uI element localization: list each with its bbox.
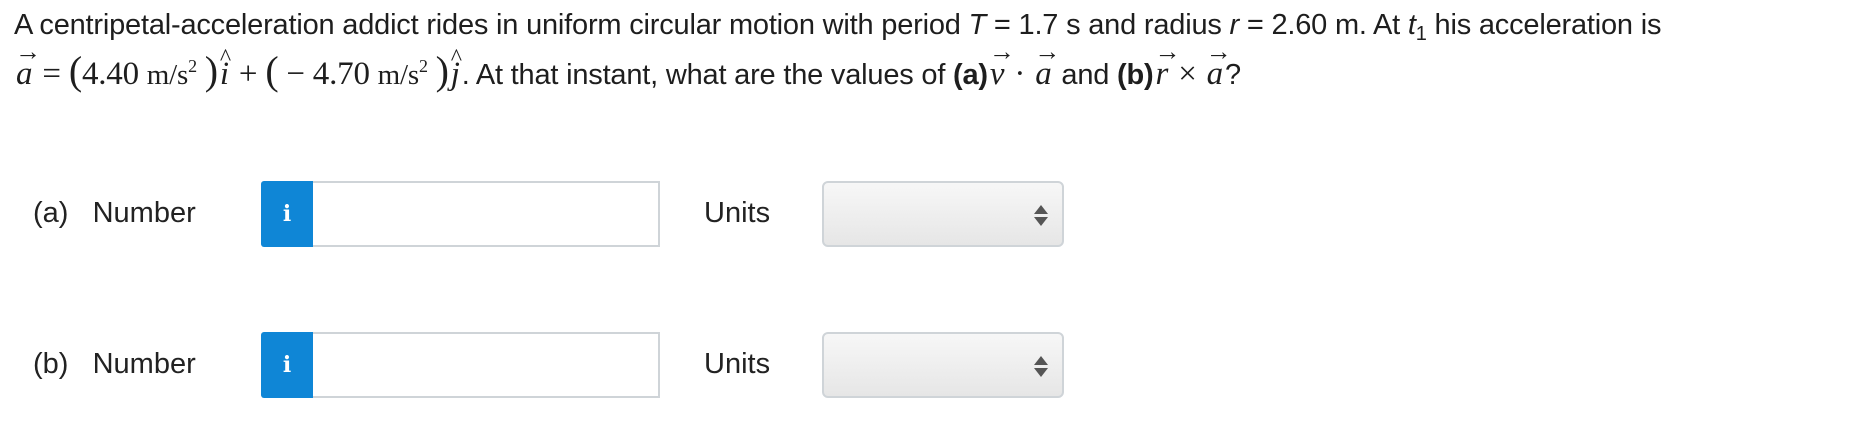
answer-a-units-select[interactable] [822, 181, 1064, 247]
answer-row-b: (b) Number i Units [0, 332, 1100, 400]
info-icon[interactable]: i [261, 181, 313, 247]
problem-line-2: a = (4.40 m/s2 )i + ( − 4.70 m/s2 )j. At… [14, 29, 1854, 98]
time-variable: t [1407, 9, 1416, 41]
period-value: = 1.7 s and radius [986, 9, 1230, 41]
open-paren-2: ( [265, 48, 279, 93]
plus-sign: + [230, 56, 266, 92]
select-arrows-icon [1034, 201, 1048, 229]
acceleration-vector-2: a [1033, 29, 1060, 97]
answer-b-input[interactable] [313, 332, 660, 398]
velocity-vector: v [988, 29, 1015, 97]
select-arrows-icon [1034, 352, 1048, 380]
part-b-label: (b) [1117, 59, 1154, 91]
problem-text-1: A centripetal-acceleration addict rides … [14, 9, 969, 41]
acceleration-vector: a [14, 29, 41, 97]
y-component: − 4.70 [286, 56, 370, 92]
time-subscript: 1 [1415, 23, 1427, 45]
answer-a-label: (a) Number [33, 197, 196, 229]
period-variable: T [968, 9, 987, 41]
i-hat: i [218, 35, 231, 97]
j-hat: j [449, 35, 462, 97]
unit-2: m/s2 [377, 56, 428, 91]
answer-b-label: (b) Number [33, 348, 196, 380]
answer-a-input[interactable] [313, 181, 660, 247]
unit-1-text: m/s [146, 59, 189, 91]
acceleration-vector-3: a [1205, 29, 1232, 97]
answer-a-units-label: Units [704, 197, 771, 229]
unit-2-exponent: 2 [418, 56, 428, 76]
part-a-label: (a) [953, 59, 988, 91]
position-vector: r [1153, 29, 1179, 97]
question-lead: . At that instant, what are the values o… [461, 59, 954, 91]
unit-1-exponent: 2 [188, 56, 197, 76]
and-text: and [1053, 59, 1118, 91]
unit-2-text: m/s [377, 59, 420, 91]
open-paren-1: ( [68, 48, 82, 93]
unit-1: m/s2 [146, 56, 197, 91]
problem-statement: A centripetal-acceleration addict rides … [14, 2, 1854, 98]
close-paren-2: ) [435, 48, 449, 93]
answer-row-a: (a) Number i Units [0, 181, 1100, 249]
close-paren-1: ) [204, 48, 218, 93]
x-component: 4.40 [81, 56, 139, 92]
answer-b-units-label: Units [704, 348, 771, 380]
problem-line-1: A centripetal-acceleration addict rides … [14, 2, 1854, 48]
radius-value: = 2.60 m. At [1239, 9, 1408, 41]
answer-b-units-select[interactable] [822, 332, 1064, 398]
info-icon[interactable]: i [261, 332, 313, 398]
problem-text-2: his acceleration is [1426, 9, 1662, 41]
